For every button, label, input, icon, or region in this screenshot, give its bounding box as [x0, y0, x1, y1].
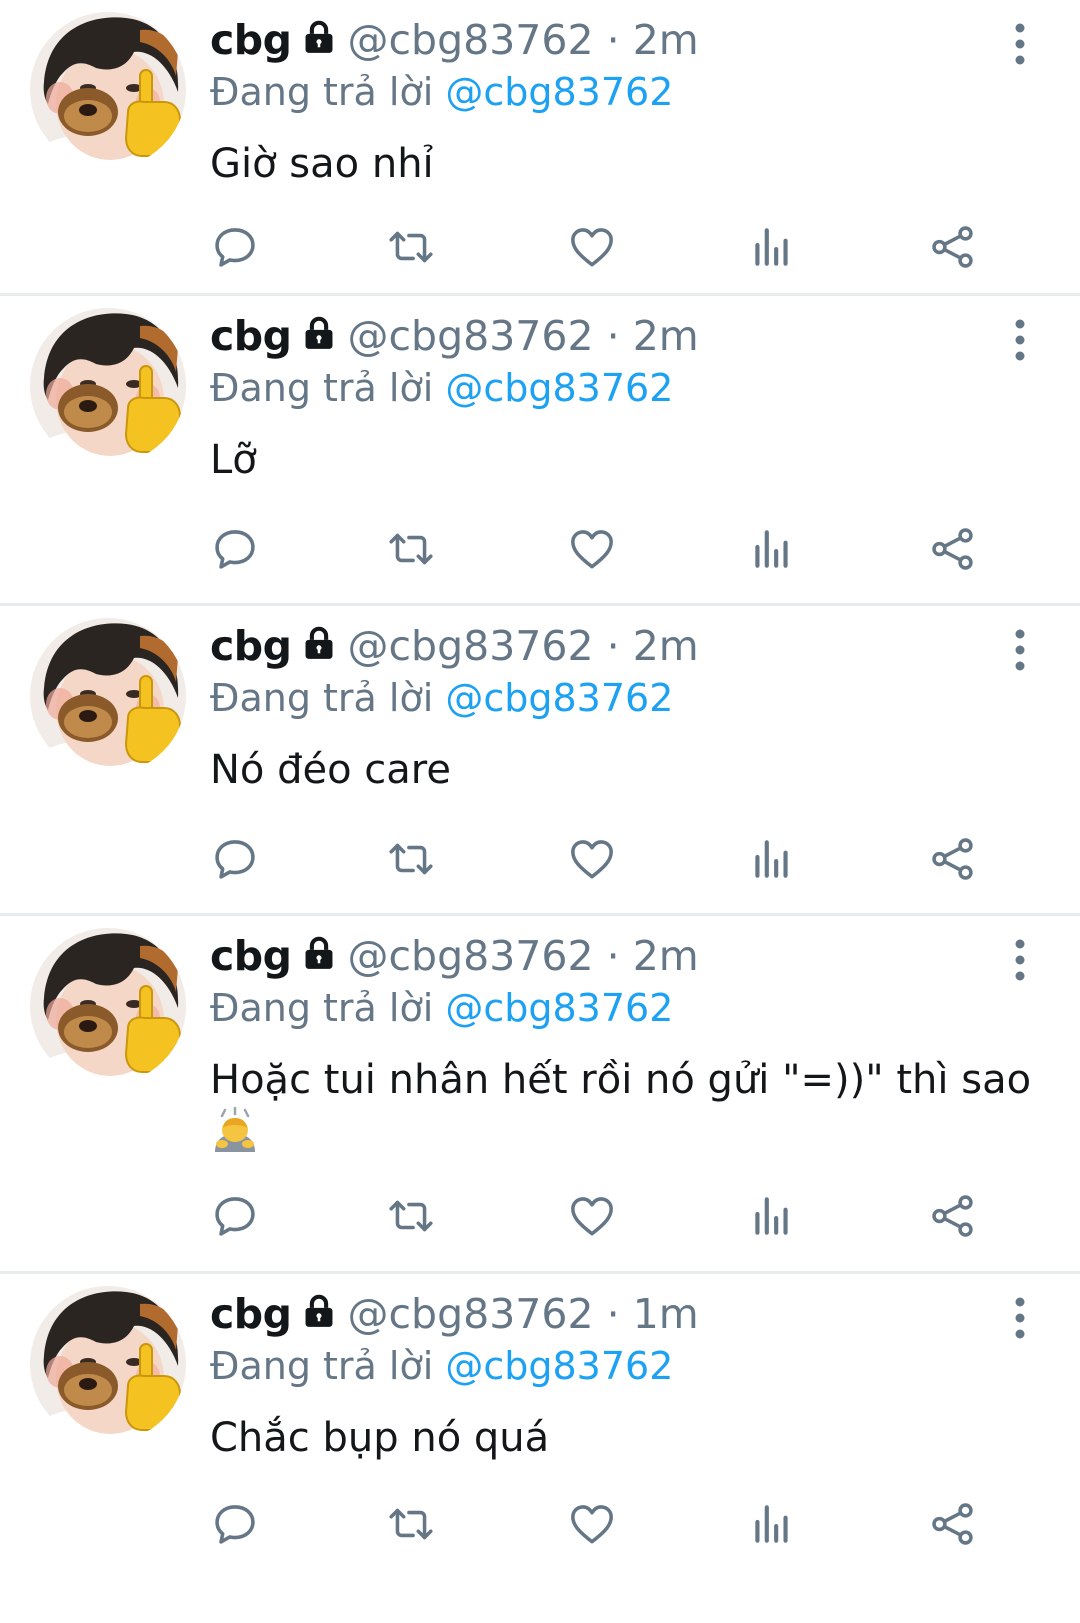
- replying-to: Đang trả lời @cbg83762: [210, 982, 1040, 1034]
- reply-icon[interactable]: [210, 1499, 260, 1549]
- share-icon[interactable]: [928, 1499, 978, 1549]
- analytics-icon[interactable]: [747, 834, 797, 884]
- replying-to-link[interactable]: @cbg83762: [445, 1344, 673, 1388]
- retweet-icon[interactable]: [386, 834, 436, 884]
- like-icon[interactable]: [567, 524, 617, 574]
- replying-to: Đang trả lời @cbg83762: [210, 672, 1040, 724]
- display-name[interactable]: cbg: [210, 16, 292, 64]
- like-icon[interactable]: [567, 222, 617, 272]
- tweet-feed: cbg @cbg83762 · 2m Đang trả lời @cbg83762…: [0, 0, 1080, 1623]
- replying-to-label: Đang trả lời: [210, 986, 434, 1030]
- separator-dot: ·: [606, 1290, 620, 1338]
- display-name[interactable]: cbg: [210, 1290, 292, 1338]
- action-bar: [210, 1191, 1010, 1241]
- tweet[interactable]: cbg @cbg83762 · 2m Đang trả lời @cbg83762…: [0, 0, 1080, 296]
- tweet-header: cbg @cbg83762 · 2m: [210, 14, 1040, 66]
- tweet-text: Hoặc tui nhân hết rồi nó gửi "=))" thì s…: [210, 1054, 1040, 1169]
- timestamp[interactable]: 2m: [633, 16, 699, 64]
- tweet-header: cbg @cbg83762 · 2m: [210, 310, 1040, 362]
- analytics-icon[interactable]: [747, 524, 797, 574]
- replying-to-link[interactable]: @cbg83762: [445, 676, 673, 720]
- reply-icon[interactable]: [210, 222, 260, 272]
- share-icon[interactable]: [928, 1191, 978, 1241]
- avatar[interactable]: [30, 618, 186, 774]
- timestamp[interactable]: 1m: [633, 1290, 699, 1338]
- tweet-header: cbg @cbg83762 · 1m: [210, 1288, 1040, 1340]
- share-icon[interactable]: [928, 222, 978, 272]
- more-icon[interactable]: [1012, 628, 1028, 672]
- tweet-text: Giờ sao nhỉ: [210, 141, 434, 187]
- display-name[interactable]: cbg: [210, 932, 292, 980]
- person-bowing-emoji: [210, 1106, 260, 1169]
- tweet[interactable]: cbg @cbg83762 · 2m Đang trả lời @cbg83762…: [0, 916, 1080, 1274]
- reply-icon[interactable]: [210, 524, 260, 574]
- separator-dot: ·: [606, 932, 620, 980]
- retweet-icon[interactable]: [386, 1191, 436, 1241]
- username-handle[interactable]: @cbg83762: [348, 312, 594, 360]
- lock-icon: [300, 16, 338, 68]
- timestamp[interactable]: 2m: [633, 932, 699, 980]
- username-handle[interactable]: @cbg83762: [348, 1290, 594, 1338]
- username-handle[interactable]: @cbg83762: [348, 932, 594, 980]
- action-bar: [210, 524, 1010, 574]
- tweet[interactable]: cbg @cbg83762 · 2m Đang trả lời @cbg83762…: [0, 296, 1080, 606]
- tweet[interactable]: cbg @cbg83762 · 2m Đang trả lời @cbg83762…: [0, 606, 1080, 916]
- avatar[interactable]: [30, 1286, 186, 1442]
- reply-icon[interactable]: [210, 834, 260, 884]
- tweet-text-body: Hoặc tui nhân hết rồi nó gửi "=))" thì s…: [210, 1057, 1032, 1103]
- more-icon[interactable]: [1012, 1296, 1028, 1340]
- separator-dot: ·: [606, 16, 620, 64]
- replying-to-link[interactable]: @cbg83762: [445, 366, 673, 410]
- replying-to-label: Đang trả lời: [210, 366, 434, 410]
- display-name[interactable]: cbg: [210, 312, 292, 360]
- replying-to-label: Đang trả lời: [210, 1344, 434, 1388]
- replying-to-label: Đang trả lời: [210, 70, 434, 114]
- retweet-icon[interactable]: [386, 524, 436, 574]
- like-icon[interactable]: [567, 834, 617, 884]
- retweet-icon[interactable]: [386, 1499, 436, 1549]
- tweet-text: Chắc bụp nó quá: [210, 1415, 550, 1461]
- more-icon[interactable]: [1012, 318, 1028, 362]
- username-handle[interactable]: @cbg83762: [348, 16, 594, 64]
- analytics-icon[interactable]: [747, 1499, 797, 1549]
- share-icon[interactable]: [928, 524, 978, 574]
- action-bar: [210, 222, 1010, 272]
- like-icon[interactable]: [567, 1499, 617, 1549]
- username-handle[interactable]: @cbg83762: [348, 622, 594, 670]
- action-bar: [210, 1499, 1010, 1549]
- tweet-text: Nó đéo care: [210, 747, 451, 793]
- replying-to: Đang trả lời @cbg83762: [210, 66, 1040, 118]
- more-icon[interactable]: [1012, 938, 1028, 982]
- reply-icon[interactable]: [210, 1191, 260, 1241]
- replying-to: Đang trả lời @cbg83762: [210, 362, 1040, 414]
- replying-to-link[interactable]: @cbg83762: [445, 70, 673, 114]
- separator-dot: ·: [606, 312, 620, 360]
- replying-to-label: Đang trả lời: [210, 676, 434, 720]
- timestamp[interactable]: 2m: [633, 622, 699, 670]
- more-icon[interactable]: [1012, 22, 1028, 66]
- replying-to: Đang trả lời @cbg83762: [210, 1340, 1040, 1392]
- lock-icon: [300, 932, 338, 984]
- display-name[interactable]: cbg: [210, 622, 292, 670]
- like-icon[interactable]: [567, 1191, 617, 1241]
- analytics-icon[interactable]: [747, 222, 797, 272]
- retweet-icon[interactable]: [386, 222, 436, 272]
- action-bar: [210, 834, 1010, 884]
- avatar[interactable]: [30, 12, 186, 168]
- timestamp[interactable]: 2m: [633, 312, 699, 360]
- tweet[interactable]: cbg @cbg83762 · 1m Đang trả lời @cbg83762…: [0, 1274, 1080, 1623]
- tweet-text: Lỡ: [210, 437, 257, 483]
- tweet-header: cbg @cbg83762 · 2m: [210, 930, 1040, 982]
- analytics-icon[interactable]: [747, 1191, 797, 1241]
- lock-icon: [300, 622, 338, 674]
- lock-icon: [300, 1290, 338, 1342]
- share-icon[interactable]: [928, 834, 978, 884]
- lock-icon: [300, 312, 338, 364]
- separator-dot: ·: [606, 622, 620, 670]
- avatar[interactable]: [30, 928, 186, 1084]
- tweet-header: cbg @cbg83762 · 2m: [210, 620, 1040, 672]
- avatar[interactable]: [30, 308, 186, 464]
- replying-to-link[interactable]: @cbg83762: [445, 986, 673, 1030]
